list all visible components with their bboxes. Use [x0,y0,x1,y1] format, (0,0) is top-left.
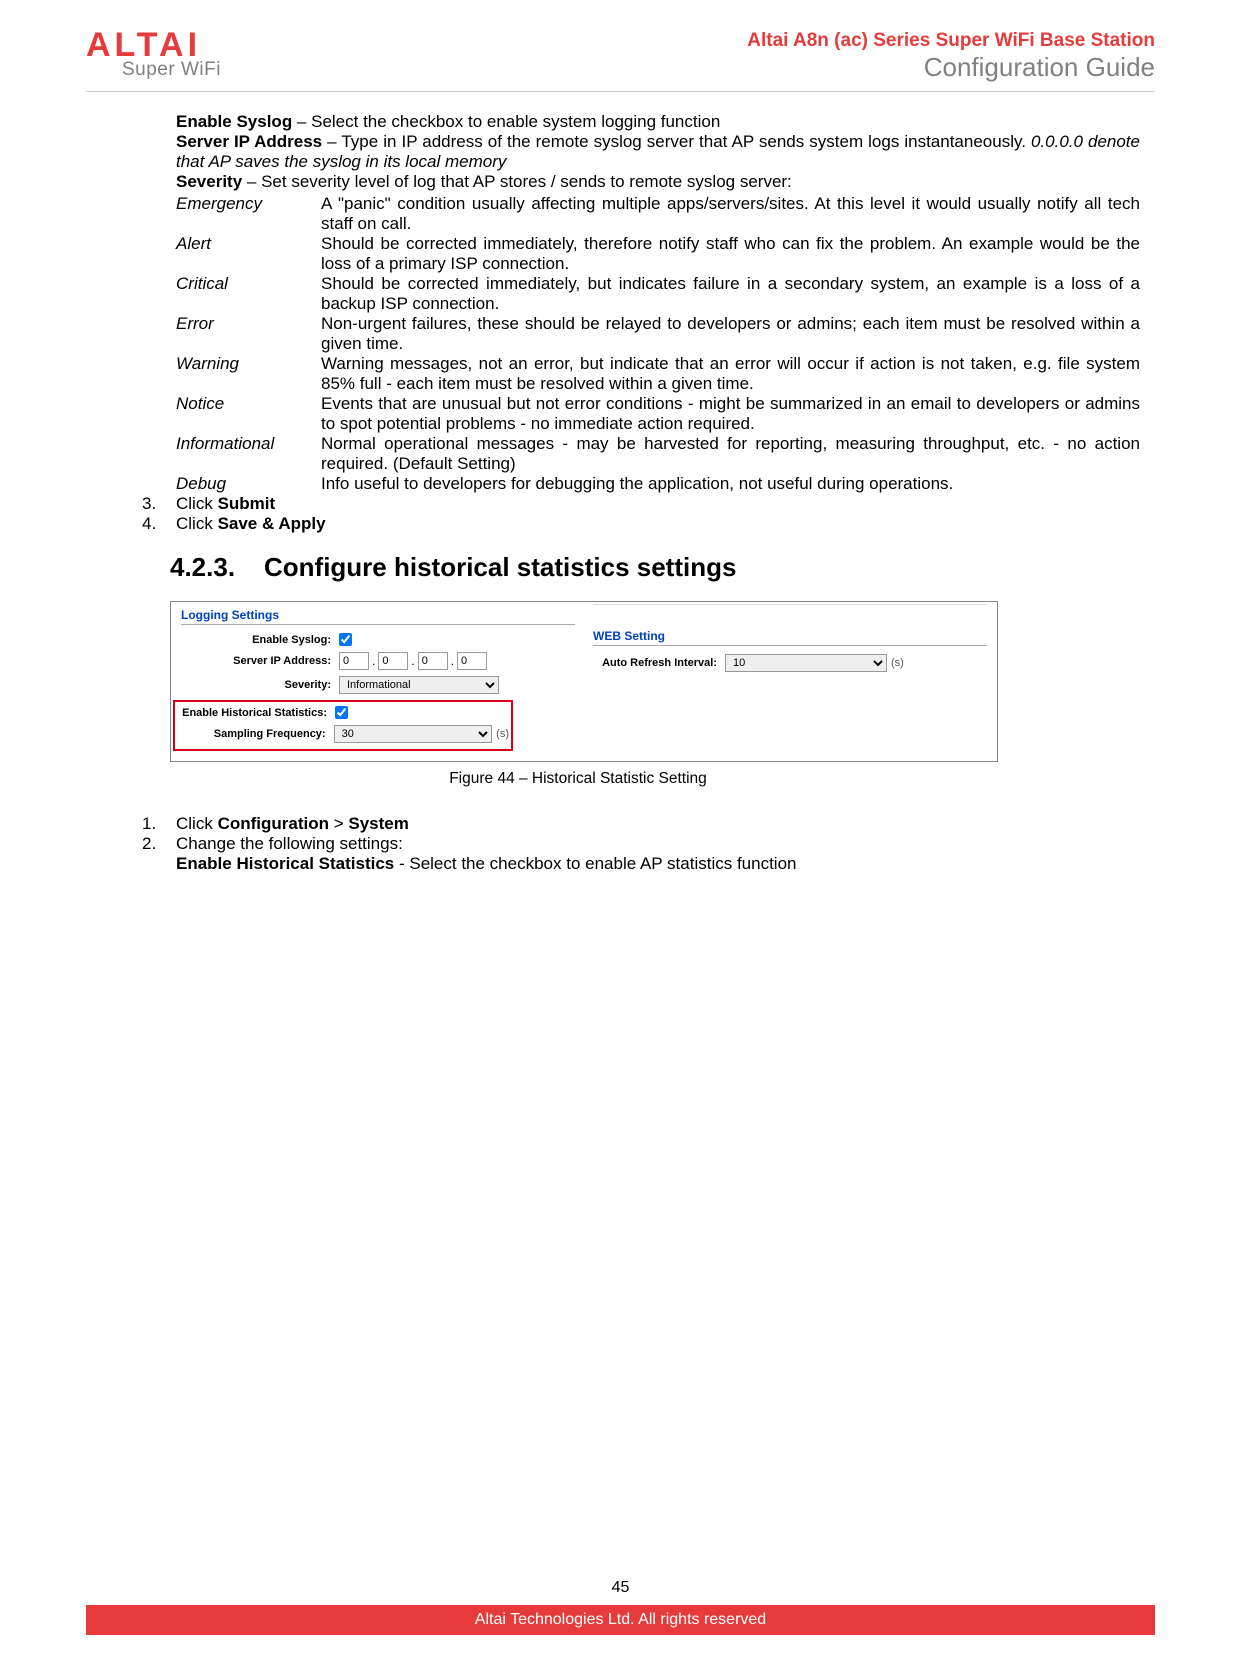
page-header: ALTAI Super WiFi Altai A8n (ac) Series S… [86,30,1155,92]
configuration-label: Configuration [218,814,329,833]
section-number: 4.2.3. [170,552,264,583]
severity-row: Severity: Informational [181,676,575,694]
footer-bar: Altai Technologies Ltd. All rights reser… [86,1605,1155,1635]
severity-label: Severity [176,172,242,191]
page-number: 45 [0,1579,1241,1597]
table-row: CriticalShould be corrected immediately,… [176,274,1140,314]
table-row: ErrorNon-urgent failures, these should b… [176,314,1140,354]
logging-settings-heading: Logging Settings [181,608,575,625]
list-item: Click Configuration > System [176,814,1140,834]
severity-desc: Should be corrected immediately, but ind… [321,274,1140,314]
logo-main: ALTAI [86,30,221,61]
steps-list-b: Click Configuration > System Change the … [176,814,1140,874]
server-ip-text: – Type in IP address of the remote syslo… [322,132,1031,151]
enable-syslog-row: Enable Syslog: [181,633,575,646]
server-ip-row: Server IP Address: . . . [181,652,575,670]
severity-name: Debug [176,474,321,494]
figure-caption: Figure 44 – Historical Statistic Setting [164,770,992,788]
severity-field-label: Severity: [181,679,339,691]
severity-name: Error [176,314,321,354]
highlighted-box: Enable Historical Statistics: Sampling F… [173,700,513,751]
list-item: Click Save & Apply [176,514,1140,534]
list-item: Click Submit [176,494,1140,514]
logo-sub: Super WiFi [86,59,221,81]
severity-para: Severity – Set severity level of log tha… [176,172,1140,192]
sampling-unit: (s) [492,728,509,740]
severity-desc: Events that are unusual but not error co… [321,394,1140,434]
enable-hist-row: Enable Historical Statistics: [177,706,509,719]
server-ip-field-label: Server IP Address: [181,655,339,667]
enable-hist-label: Enable Historical Statistics: [177,707,335,719]
table-row: AlertShould be corrected immediately, th… [176,234,1140,274]
table-row: NoticeEvents that are unusual but not er… [176,394,1140,434]
screenshot-figure: Logging Settings Enable Syslog: Server I… [170,601,998,762]
ip-octet-3[interactable] [418,652,448,670]
table-row: WarningWarning messages, not an error, b… [176,354,1140,394]
severity-name: Alert [176,234,321,274]
table-row: EmergencyA "panic" condition usually aff… [176,194,1140,234]
main-content: Enable Syslog – Select the checkbox to e… [86,112,1155,874]
severity-name: Warning [176,354,321,394]
severity-desc: Warning messages, not an error, but indi… [321,354,1140,394]
severity-table: EmergencyA "panic" condition usually aff… [176,194,1140,494]
sampling-row: Sampling Frequency: 30 (s) [177,725,509,743]
ip-octet-4[interactable] [457,652,487,670]
server-ip-para: Server IP Address – Type in IP address o… [176,132,1140,172]
severity-name: Informational [176,434,321,474]
enable-syslog-field-label: Enable Syslog: [181,634,339,646]
figure-container: Logging Settings Enable Syslog: Server I… [170,601,1140,788]
page-footer: 45 Altai Technologies Ltd. All rights re… [0,1579,1241,1655]
severity-desc: Normal operational messages - may be har… [321,434,1140,474]
header-doc-title: Configuration Guide [747,52,1155,83]
enable-hist-checkbox[interactable] [335,706,348,719]
section-heading: 4.2.3.Configure historical statistics se… [170,552,1140,583]
severity-desc: Should be corrected immediately, therefo… [321,234,1140,274]
save-apply-label: Save & Apply [218,514,326,533]
table-row: InformationalNormal operational messages… [176,434,1140,474]
sampling-select[interactable]: 30 [334,725,493,743]
header-product-title: Altai A8n (ac) Series Super WiFi Base St… [747,30,1155,52]
section-title-text: Configure historical statistics settings [264,552,736,582]
enable-hist-stat-label: Enable Historical Statistics [176,854,394,873]
auto-refresh-row: Auto Refresh Interval: 10 (s) [593,654,987,672]
submit-label: Submit [218,494,276,513]
enable-syslog-label: Enable Syslog [176,112,292,131]
enable-syslog-checkbox[interactable] [339,633,352,646]
auto-refresh-unit: (s) [887,657,904,669]
enable-syslog-text: – Select the checkbox to enable system l… [292,112,720,131]
table-row: DebugInfo useful to developers for debug… [176,474,1140,494]
truncated-row [593,604,987,619]
sampling-label: Sampling Frequency: [177,728,334,740]
logo: ALTAI Super WiFi [86,30,221,81]
severity-desc: Non-urgent failures, these should be rel… [321,314,1140,354]
list-item: Change the following settings: Enable Hi… [176,834,1140,874]
server-ip-label: Server IP Address [176,132,322,151]
auto-refresh-label: Auto Refresh Interval: [593,657,725,669]
severity-select[interactable]: Informational [339,676,499,694]
severity-desc: A "panic" condition usually affecting mu… [321,194,1140,234]
severity-desc: Info useful to developers for debugging … [321,474,1140,494]
ip-octet-2[interactable] [378,652,408,670]
enable-syslog-para: Enable Syslog – Select the checkbox to e… [176,112,1140,132]
auto-refresh-select[interactable]: 10 [725,654,887,672]
steps-list-a: Click Submit Click Save & Apply [176,494,1140,534]
web-setting-heading: WEB Setting [593,629,987,646]
severity-name: Notice [176,394,321,434]
system-label: System [348,814,408,833]
ip-octet-1[interactable] [339,652,369,670]
severity-name: Critical [176,274,321,314]
severity-text: – Set severity level of log that AP stor… [242,172,792,191]
severity-name: Emergency [176,194,321,234]
